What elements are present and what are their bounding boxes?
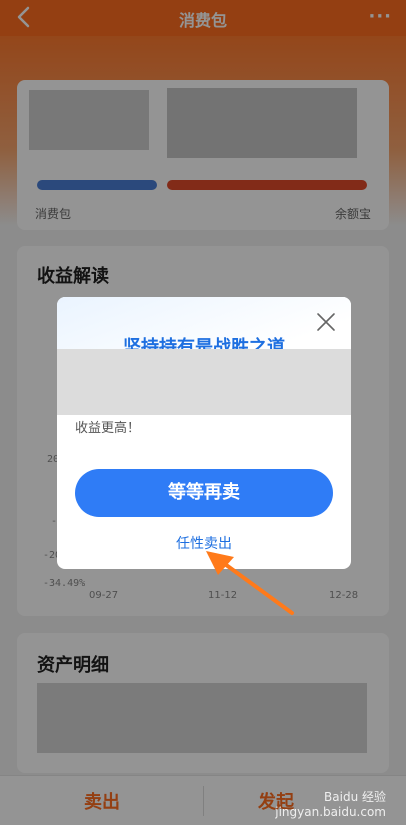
wait-sell-button[interactable]: 等等再卖	[75, 469, 333, 517]
watermark-brand: Baidu 经验	[324, 790, 386, 804]
sell-confirm-dialog: 坚持持有是战胜之道 收益更高！ 等等再卖 任性卖出	[57, 297, 351, 569]
watermark: Baidu 经验 jingyan.baidu.com	[275, 788, 386, 819]
close-icon[interactable]	[315, 311, 337, 333]
blurred-content	[57, 349, 351, 415]
dialog-message: 收益更高！	[75, 421, 141, 436]
annotation-arrow-icon	[200, 545, 300, 624]
watermark-url: jingyan.baidu.com	[275, 805, 386, 819]
